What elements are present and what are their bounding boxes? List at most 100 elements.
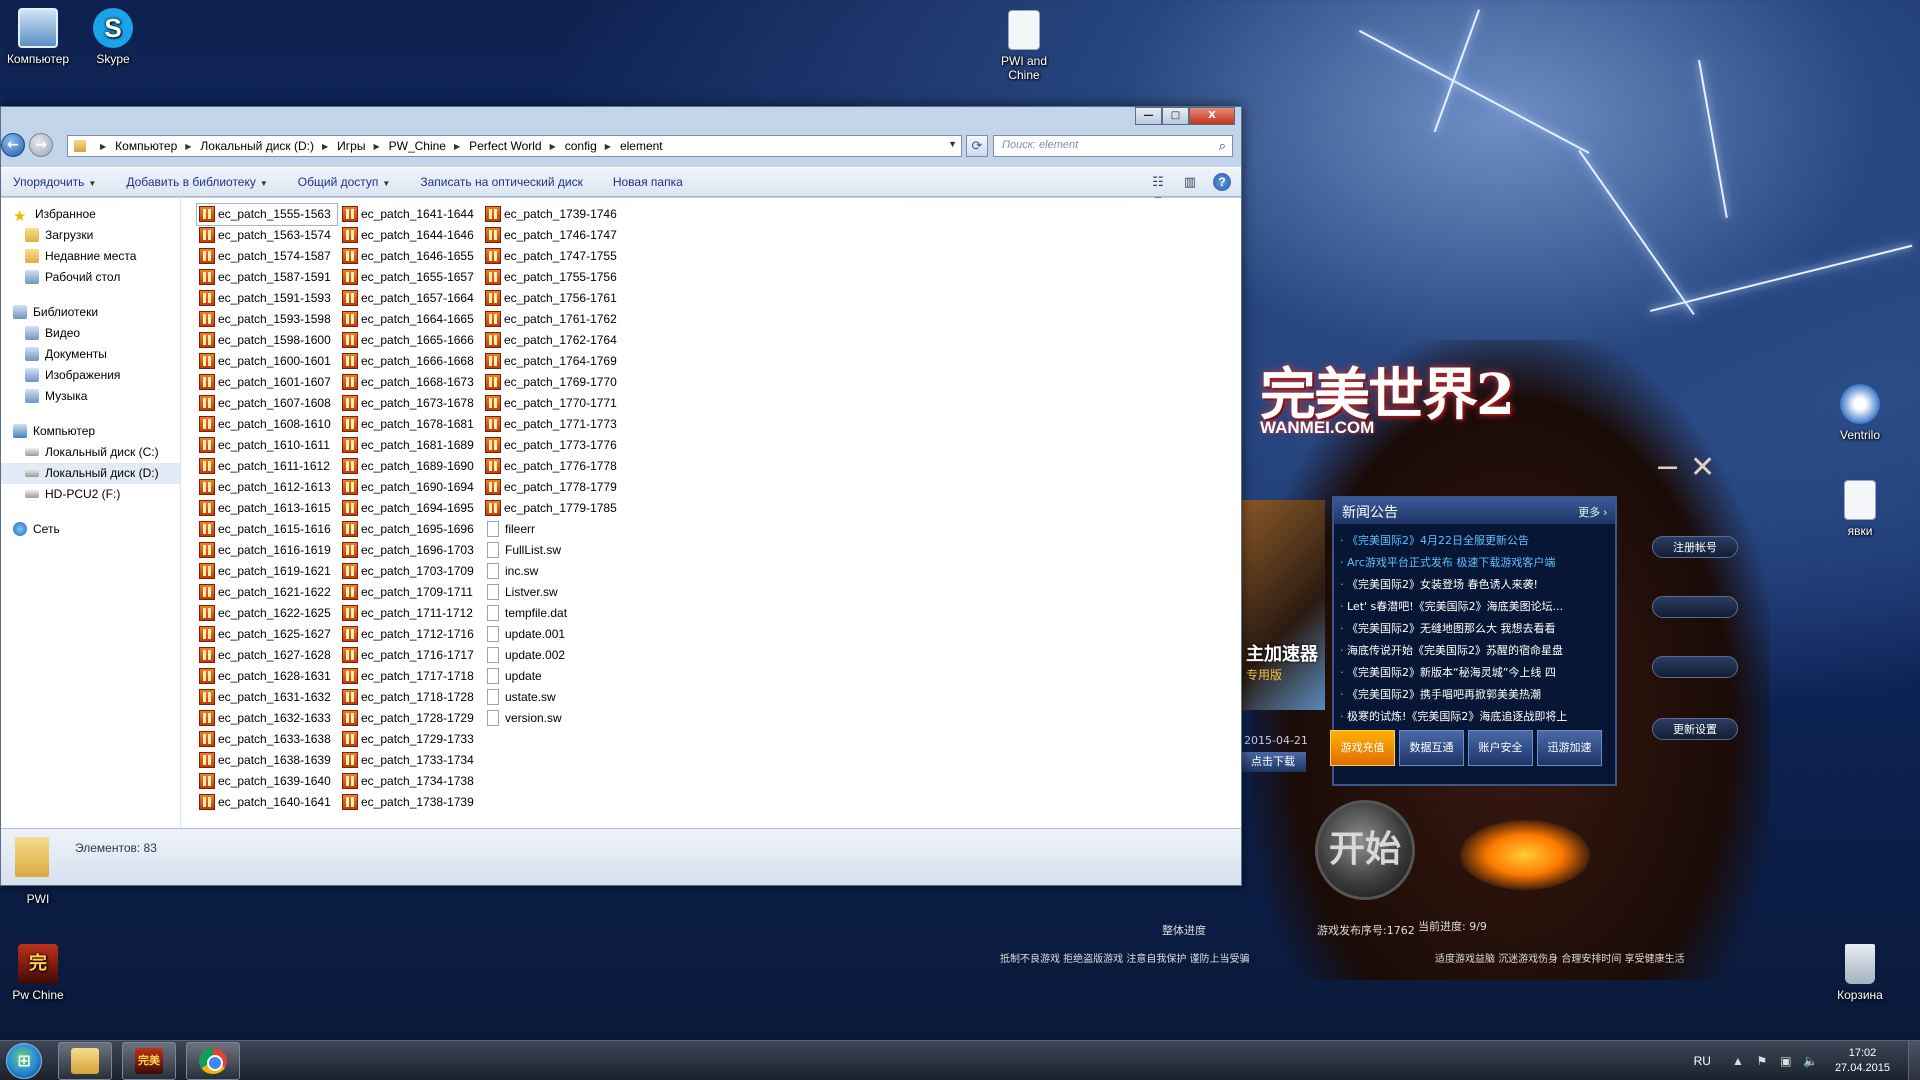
news-item[interactable]: Let' s春潜吧!《完美国际2》海底美图论坛... xyxy=(1340,596,1609,618)
breadcrumb-item[interactable]: Компьютер xyxy=(115,139,177,153)
file-item[interactable]: ec_patch_1729-1733 xyxy=(340,729,480,750)
view-options-icon[interactable]: ☷ ▾ xyxy=(1149,173,1167,207)
burn-disc-button[interactable]: Записать на оптический диск xyxy=(420,175,583,189)
file-item[interactable]: ec_patch_1625-1627 xyxy=(197,624,337,645)
file-item[interactable]: ec_patch_1664-1665 xyxy=(340,309,480,330)
file-item[interactable]: ec_patch_1668-1673 xyxy=(340,372,480,393)
file-item[interactable]: ec_patch_1600-1601 xyxy=(197,351,337,372)
file-item[interactable]: ec_patch_1638-1639 xyxy=(197,750,337,771)
file-item[interactable]: ec_patch_1717-1718 xyxy=(340,666,480,687)
file-item[interactable]: ec_patch_1657-1664 xyxy=(340,288,480,309)
new-folder-button[interactable]: Новая папка xyxy=(613,175,683,189)
file-item[interactable]: ec_patch_1601-1607 xyxy=(197,372,337,393)
file-item[interactable]: ec_patch_1673-1678 xyxy=(340,393,480,414)
nav-downloads[interactable]: Загрузки xyxy=(1,225,180,246)
file-item[interactable]: update xyxy=(483,666,623,687)
desktop-icon-ventrilo[interactable]: Ventrilo xyxy=(1822,384,1898,442)
file-item[interactable]: ec_patch_1716-1717 xyxy=(340,645,480,666)
file-item[interactable]: ec_patch_1761-1762 xyxy=(483,309,623,330)
launcher-close-button[interactable]: ✕ xyxy=(1690,450,1715,485)
nav-disk-d[interactable]: Локальный диск (D:) xyxy=(1,463,180,484)
file-item[interactable]: ec_patch_1694-1695 xyxy=(340,498,480,519)
breadcrumb-item[interactable]: Локальный диск (D:) xyxy=(200,139,314,153)
file-item[interactable]: ustate.sw xyxy=(483,687,623,708)
file-item[interactable]: ec_patch_1631-1632 xyxy=(197,687,337,708)
desktop-icon-pw-chine[interactable]: 完 Pw Chine xyxy=(0,944,76,1002)
file-item[interactable]: ec_patch_1627-1628 xyxy=(197,645,337,666)
news-item[interactable]: Arc游戏平台正式发布 极速下载游戏客户端 xyxy=(1340,552,1609,574)
file-item[interactable]: ec_patch_1644-1646 xyxy=(340,225,480,246)
file-item[interactable]: ec_patch_1733-1734 xyxy=(340,750,480,771)
file-item[interactable]: ec_patch_1712-1716 xyxy=(340,624,480,645)
file-item[interactable]: ec_patch_1666-1668 xyxy=(340,351,480,372)
file-item[interactable]: ec_patch_1778-1779 xyxy=(483,477,623,498)
file-item[interactable]: ec_patch_1555-1563 xyxy=(196,203,338,226)
tab-recharge[interactable]: 游戏充值 xyxy=(1330,730,1395,766)
minimize-button[interactable]: — xyxy=(1135,107,1162,125)
news-item[interactable]: 极寒的试炼!《完美国际2》海底追逐战即将上 xyxy=(1340,706,1609,728)
file-item[interactable]: ec_patch_1690-1694 xyxy=(340,477,480,498)
desktop-icon-pwi-chine[interactable]: PWI and Chine xyxy=(986,10,1062,82)
breadcrumb-item[interactable]: Игры xyxy=(337,139,365,153)
file-item[interactable]: ec_patch_1689-1690 xyxy=(340,456,480,477)
tab-data-sync[interactable]: 数据互通 xyxy=(1399,730,1464,766)
breadcrumb-item[interactable]: PW_Chine xyxy=(389,139,446,153)
back-button[interactable]: ← xyxy=(1,133,25,157)
forward-button[interactable]: → xyxy=(29,133,53,157)
file-item[interactable]: ec_patch_1633-1638 xyxy=(197,729,337,750)
desktop-icon-recycle-bin[interactable]: Корзина xyxy=(1822,944,1898,1002)
file-item[interactable]: ec_patch_1696-1703 xyxy=(340,540,480,561)
file-item[interactable]: ec_patch_1769-1770 xyxy=(483,372,623,393)
nav-desktop[interactable]: Рабочий стол xyxy=(1,267,180,288)
file-item[interactable]: ec_patch_1739-1746 xyxy=(483,204,623,225)
file-item[interactable]: ec_patch_1655-1657 xyxy=(340,267,480,288)
file-item[interactable]: ec_patch_1762-1764 xyxy=(483,330,623,351)
file-item[interactable]: ec_patch_1563-1574 xyxy=(197,225,337,246)
file-item[interactable]: Listver.sw xyxy=(483,582,623,603)
news-item[interactable]: 《完美国际2》无缝地图那么大 我想去看看 xyxy=(1340,618,1609,640)
nav-music[interactable]: Музыка xyxy=(1,386,180,407)
clock[interactable]: 17:02 27.04.2015 xyxy=(1835,1046,1890,1076)
organize-button[interactable]: Упорядочить ▼ xyxy=(13,175,96,189)
taskbar-game[interactable]: 完美国际 xyxy=(122,1042,176,1080)
file-item[interactable]: ec_patch_1711-1712 xyxy=(340,603,480,624)
file-item[interactable]: ec_patch_1779-1785 xyxy=(483,498,623,519)
file-item[interactable]: ec_patch_1771-1773 xyxy=(483,414,623,435)
file-item[interactable]: ec_patch_1747-1755 xyxy=(483,246,623,267)
file-item[interactable]: ec_patch_1695-1696 xyxy=(340,519,480,540)
breadcrumb-item[interactable]: element xyxy=(620,139,663,153)
nav-disk-f[interactable]: HD-PCU2 (F:) xyxy=(1,484,180,505)
file-item[interactable]: ec_patch_1639-1640 xyxy=(197,771,337,792)
language-indicator[interactable]: RU xyxy=(1694,1054,1711,1068)
file-item[interactable]: ec_patch_1619-1621 xyxy=(197,561,337,582)
nav-documents[interactable]: Документы xyxy=(1,344,180,365)
news-item[interactable]: 《完美国际2》4月22日全服更新公告 xyxy=(1340,530,1609,552)
taskbar-explorer[interactable] xyxy=(58,1042,112,1080)
tab-accelerator[interactable]: 迅游加速 xyxy=(1537,730,1602,766)
register-account-button[interactable]: 注册帐号 xyxy=(1652,536,1738,558)
file-item[interactable]: ec_patch_1621-1622 xyxy=(197,582,337,603)
file-item[interactable]: ec_patch_1728-1729 xyxy=(340,708,480,729)
news-item[interactable]: 《完美国际2》新版本“秘海灵城”今上线 四 xyxy=(1340,662,1609,684)
start-button[interactable]: ⊞ xyxy=(6,1043,42,1079)
news-item[interactable]: 海底传说开始《完美国际2》苏醒的宿命星盘 xyxy=(1340,640,1609,662)
volume-icon[interactable]: 🔈 xyxy=(1803,1054,1818,1068)
show-desktop-button[interactable] xyxy=(1908,1041,1920,1080)
news-item[interactable]: 《完美国际2》女装登场 春色诱人来袭! xyxy=(1340,574,1609,596)
file-item[interactable]: ec_patch_1574-1587 xyxy=(197,246,337,267)
file-item[interactable]: fileerr xyxy=(483,519,623,540)
desktop-icon-yavki[interactable]: явки xyxy=(1822,480,1898,538)
file-item[interactable]: ec_patch_1665-1666 xyxy=(340,330,480,351)
file-item[interactable]: ec_patch_1612-1613 xyxy=(197,477,337,498)
file-item[interactable]: FullList.sw xyxy=(483,540,623,561)
file-item[interactable]: ec_patch_1611-1612 xyxy=(197,456,337,477)
refresh-button[interactable]: ⟳ xyxy=(966,135,988,157)
launcher-minimize-button[interactable]: − xyxy=(1655,450,1680,485)
chevron-down-icon[interactable]: ▼ xyxy=(948,139,957,149)
file-item[interactable]: ec_patch_1641-1644 xyxy=(340,204,480,225)
update-settings-button[interactable]: 更新设置 xyxy=(1652,718,1738,740)
share-button[interactable]: Общий доступ ▼ xyxy=(298,175,391,189)
file-item[interactable]: ec_patch_1615-1616 xyxy=(197,519,337,540)
file-item[interactable]: ec_patch_1613-1615 xyxy=(197,498,337,519)
network-icon[interactable]: ▣ xyxy=(1779,1054,1793,1068)
